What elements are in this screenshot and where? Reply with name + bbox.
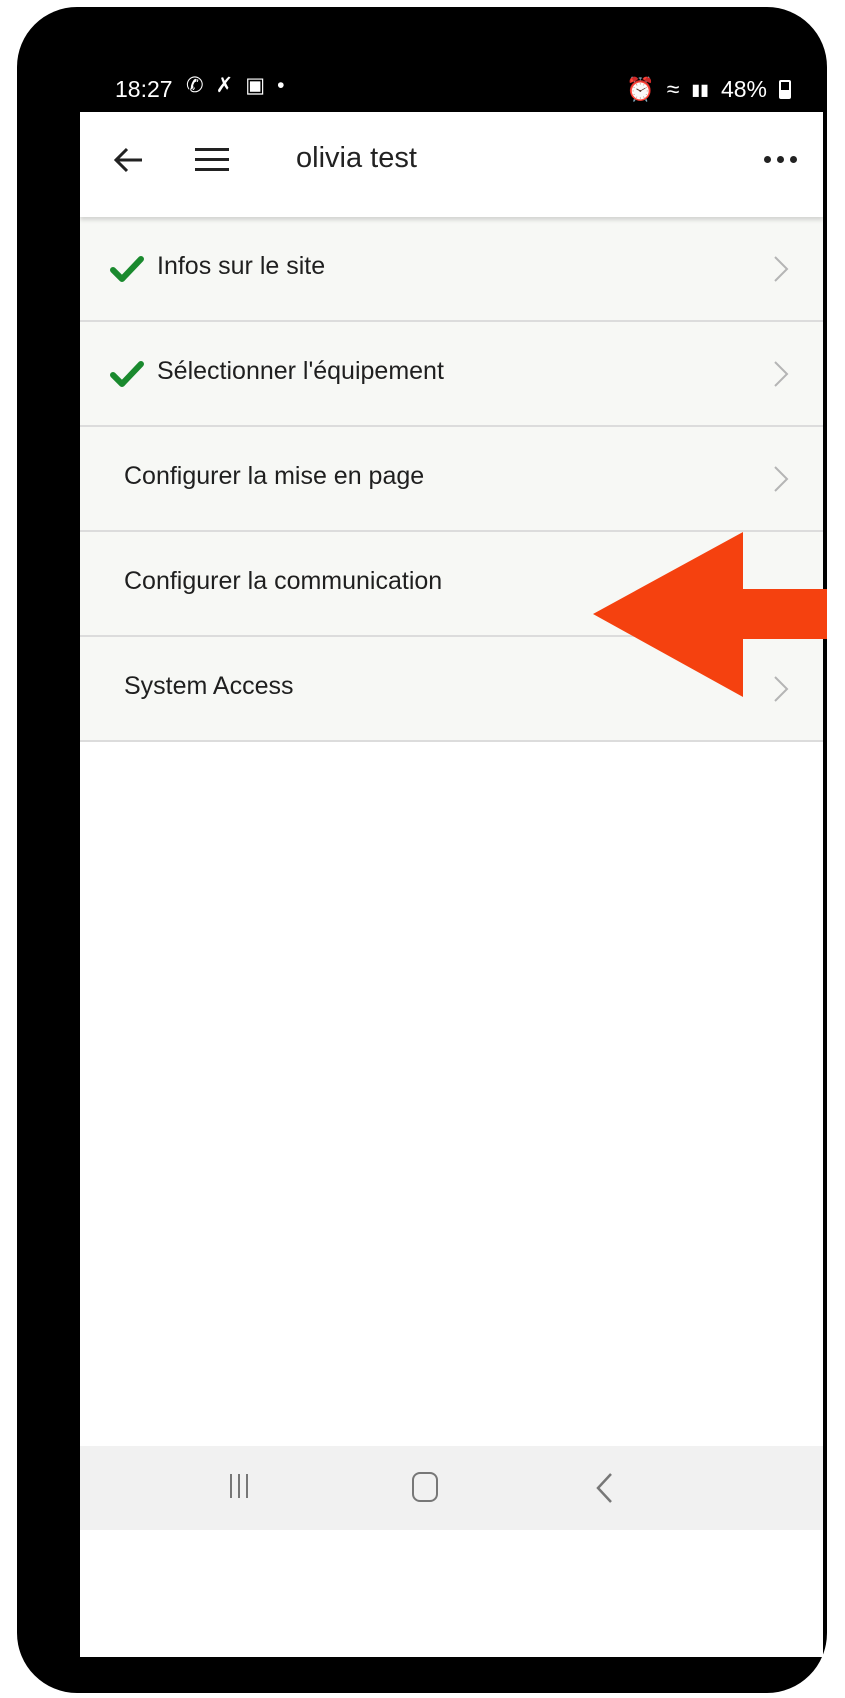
chevron-right-icon bbox=[774, 361, 789, 387]
menu-item-label: Infos sur le site bbox=[157, 252, 326, 280]
check-icon bbox=[110, 256, 144, 282]
menu-item-label: Sélectionner l'équipement bbox=[157, 357, 444, 385]
whatsapp-icon: ✆ bbox=[186, 74, 204, 97]
phone-frame: 18:27 ✆ ✗ ▣ • ⏰ ≈ ▮▮ 48% olivia test Inf… bbox=[17, 7, 827, 1693]
menu-item-configurer-mise-en-page[interactable]: Configurer la mise en page bbox=[80, 427, 823, 532]
menu-item-label: Configurer la communication bbox=[124, 567, 443, 595]
battery-icon bbox=[779, 80, 791, 99]
gallery-icon: ▣ bbox=[245, 74, 266, 97]
recent-apps-icon[interactable] bbox=[230, 1474, 248, 1498]
dot-icon: • bbox=[277, 74, 285, 97]
missed-call-icon: ✗ bbox=[215, 74, 234, 97]
screen: 18:27 ✆ ✗ ▣ • ⏰ ≈ ▮▮ 48% olivia test Inf… bbox=[80, 65, 823, 1657]
app-bar: olivia test bbox=[80, 112, 823, 217]
home-icon[interactable] bbox=[412, 1472, 438, 1502]
chevron-right-icon bbox=[774, 466, 789, 492]
signal-icon: ▮▮ bbox=[691, 81, 709, 99]
check-icon bbox=[110, 361, 144, 387]
menu-item-selectionner-equipement[interactable]: Sélectionner l'équipement bbox=[80, 322, 823, 427]
wifi-icon: ≈ bbox=[666, 76, 680, 102]
chevron-right-icon bbox=[774, 256, 789, 282]
status-time: 18:27 bbox=[115, 76, 173, 102]
status-bar: 18:27 ✆ ✗ ▣ • ⏰ ≈ ▮▮ 48% bbox=[80, 65, 823, 112]
hamburger-menu-icon[interactable] bbox=[195, 144, 229, 174]
status-right: ⏰ ≈ ▮▮ 48% bbox=[626, 76, 791, 103]
annotation-arrow-icon bbox=[593, 532, 827, 697]
battery-percent: 48% bbox=[720, 76, 767, 102]
menu-item-label: Configurer la mise en page bbox=[124, 462, 425, 490]
back-arrow-icon[interactable] bbox=[112, 140, 146, 180]
more-options-icon[interactable] bbox=[764, 156, 797, 163]
alarm-icon: ⏰ bbox=[626, 76, 655, 102]
notification-icons: ✆ ✗ ▣ • bbox=[186, 74, 284, 98]
nav-back-icon[interactable] bbox=[595, 1471, 615, 1505]
page-title: olivia test bbox=[296, 142, 417, 174]
menu-item-label: System Access bbox=[124, 672, 294, 700]
system-nav-bar bbox=[80, 1446, 823, 1530]
menu-item-infos-site[interactable]: Infos sur le site bbox=[80, 217, 823, 322]
